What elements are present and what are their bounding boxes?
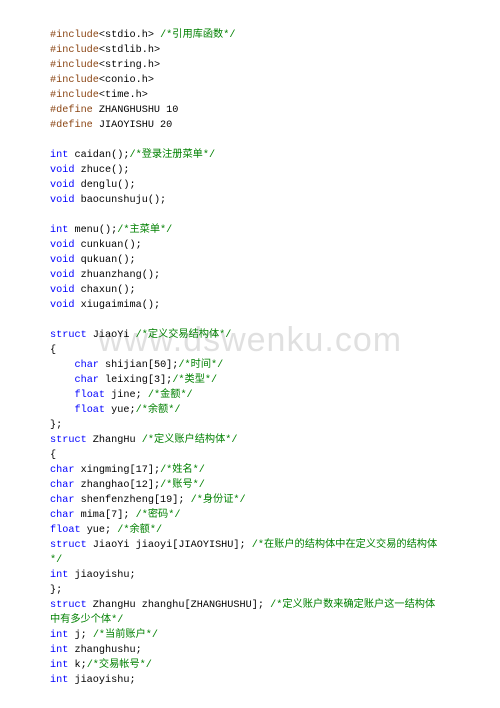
- code-token: struct: [50, 435, 87, 446]
- code-token: int: [50, 225, 68, 236]
- code-token: JiaoYi: [87, 330, 136, 341]
- code-token: void: [50, 180, 74, 191]
- code-token: xingming[17];: [74, 465, 160, 476]
- code-token: [50, 375, 74, 386]
- code-token: #include: [50, 90, 99, 101]
- code-token: char: [74, 360, 98, 371]
- code-token: /*余额*/: [117, 525, 162, 536]
- code-token: xiugaimima();: [74, 300, 160, 311]
- code-token: 中有多少个体*/: [50, 615, 123, 626]
- code-token: /*在账户的结构体中在定义交易的结构体: [252, 540, 437, 551]
- code-token: ZhangHu zhanghu[ZHANGHUSHU];: [87, 600, 270, 611]
- code-token: menu();: [68, 225, 117, 236]
- code-token: /*主菜单*/: [117, 225, 172, 236]
- code-token: JIAOYISHU 20: [93, 120, 172, 131]
- code-token: struct: [50, 540, 87, 551]
- code-token: /*当前账户*/: [93, 630, 158, 641]
- code-token: j;: [68, 630, 92, 641]
- code-token: /*账号*/: [160, 480, 205, 491]
- code-token: float: [74, 390, 105, 401]
- code-token: zhanghao[12];: [74, 480, 160, 491]
- code-token: yue;: [81, 525, 118, 536]
- code-token: /*引用库函数*/: [160, 30, 235, 41]
- code-token: int: [50, 645, 68, 656]
- code-token: yue;: [105, 405, 136, 416]
- code-token: [50, 360, 74, 371]
- code-token: zhuanzhang();: [74, 270, 160, 281]
- code-token: k;: [68, 660, 86, 671]
- code-token: chaxun();: [74, 285, 135, 296]
- code-token: denglu();: [74, 180, 135, 191]
- code-token: #include: [50, 75, 99, 86]
- code-token: int: [50, 660, 68, 671]
- code-token: jine;: [105, 390, 148, 401]
- code-token: #include: [50, 45, 99, 56]
- code-token: /*身份证*/: [191, 495, 246, 506]
- code-token: void: [50, 240, 74, 251]
- code-token: /*金额*/: [148, 390, 193, 401]
- code-token: baocunshuju();: [74, 195, 166, 206]
- code-token: float: [50, 525, 81, 536]
- code-token: char: [74, 375, 98, 386]
- code-token: <stdio.h>: [99, 30, 160, 41]
- code-token: #define: [50, 105, 93, 116]
- code-token: {: [50, 345, 56, 356]
- code-token: leixing[3];: [99, 375, 172, 386]
- code-token: char: [50, 510, 74, 521]
- code-token: void: [50, 270, 74, 281]
- code-token: };: [50, 420, 62, 431]
- code-token: */: [50, 555, 62, 566]
- code-token: jiaoyishu;: [68, 570, 135, 581]
- code-token: /*登录注册菜单*/: [129, 150, 215, 161]
- code-token: int: [50, 675, 68, 686]
- code-token: /*类型*/: [172, 375, 217, 386]
- code-token: void: [50, 285, 74, 296]
- code-token: JiaoYi jiaoyi[JIAOYISHU];: [87, 540, 252, 551]
- code-token: /*密码*/: [136, 510, 181, 521]
- code-token: char: [50, 465, 74, 476]
- code-token: int: [50, 630, 68, 641]
- code-token: qukuan();: [74, 255, 135, 266]
- code-token: /*余额*/: [136, 405, 181, 416]
- code-token: shenfenzheng[19];: [74, 495, 190, 506]
- code-token: <string.h>: [99, 60, 160, 71]
- code-token: #include: [50, 30, 99, 41]
- code-token: #include: [50, 60, 99, 71]
- code-token: zhanghushu;: [68, 645, 141, 656]
- code-token: ZhangHu: [87, 435, 142, 446]
- code-token: /*定义交易结构体*/: [136, 330, 232, 341]
- code-token: void: [50, 195, 74, 206]
- code-token: ZHANGHUSHU 10: [93, 105, 179, 116]
- code-token: zhuce();: [74, 165, 129, 176]
- code-token: <time.h>: [99, 90, 148, 101]
- code-token: /*姓名*/: [160, 465, 205, 476]
- code-token: float: [74, 405, 105, 416]
- code-token: #define: [50, 120, 93, 131]
- code-token: /*定义账户结构体*/: [142, 435, 238, 446]
- code-token: [50, 405, 74, 416]
- code-token: jiaoyishu;: [68, 675, 135, 686]
- code-token: <stdlib.h>: [99, 45, 160, 56]
- code-token: struct: [50, 330, 87, 341]
- code-token: int: [50, 150, 68, 161]
- code-token: char: [50, 480, 74, 491]
- code-token: <conio.h>: [99, 75, 154, 86]
- code-token: void: [50, 255, 74, 266]
- code-block: #include<stdio.h> /*引用库函数*/ #include<std…: [0, 0, 500, 688]
- code-token: void: [50, 165, 74, 176]
- code-token: void: [50, 300, 74, 311]
- code-token: caidan();: [68, 150, 129, 161]
- code-token: int: [50, 570, 68, 581]
- code-token: char: [50, 495, 74, 506]
- code-token: /*定义账户数来确定账户这一结构体: [270, 600, 435, 611]
- code-token: /*时间*/: [178, 360, 223, 371]
- code-token: shijian[50];: [99, 360, 178, 371]
- code-token: [50, 390, 74, 401]
- code-token: /*交易帐号*/: [87, 660, 152, 671]
- code-token: mima[7];: [74, 510, 135, 521]
- code-token: };: [50, 585, 62, 596]
- code-token: {: [50, 450, 56, 461]
- code-token: cunkuan();: [74, 240, 141, 251]
- code-token: struct: [50, 600, 87, 611]
